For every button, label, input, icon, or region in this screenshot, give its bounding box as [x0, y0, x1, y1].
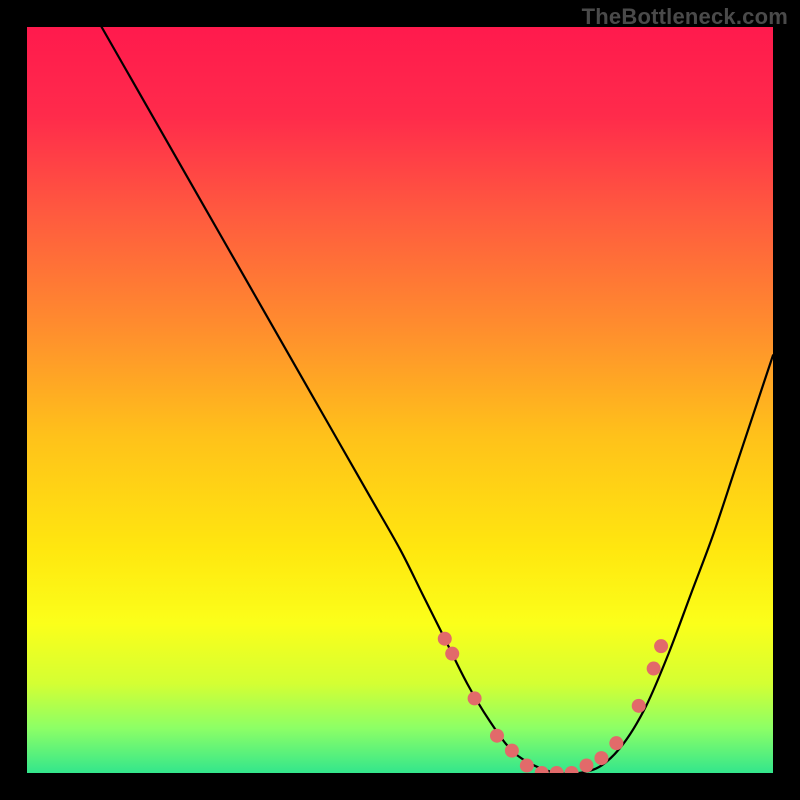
highlight-dot [438, 632, 452, 646]
highlight-dot [505, 744, 519, 758]
highlight-dot [654, 639, 668, 653]
gradient-background [27, 27, 773, 773]
highlight-dot [594, 751, 608, 765]
highlight-dot [445, 647, 459, 661]
plot-area [27, 27, 773, 773]
highlight-dot [580, 759, 594, 773]
highlight-dot [468, 691, 482, 705]
app-frame: TheBottleneck.com [0, 0, 800, 800]
highlight-dot [632, 699, 646, 713]
highlight-dot [647, 662, 661, 676]
plot-svg [27, 27, 773, 773]
highlight-dot [609, 736, 623, 750]
highlight-dot [490, 729, 504, 743]
highlight-dot [520, 759, 534, 773]
